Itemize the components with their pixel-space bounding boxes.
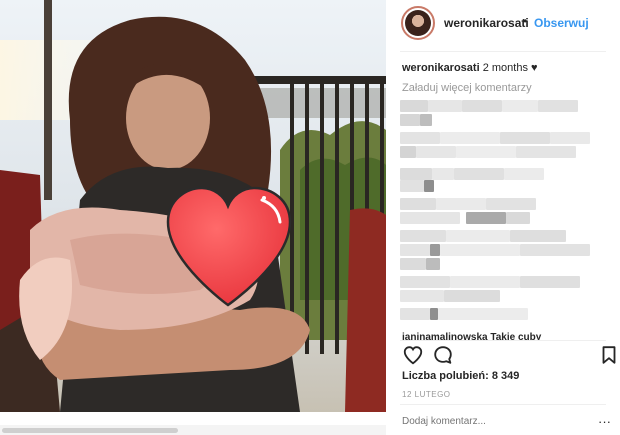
avatar[interactable] (401, 6, 435, 40)
divider (400, 340, 606, 341)
post-header: weronikarosati • Obserwuj (386, 0, 620, 46)
comments-list[interactable]: weronikarosati 2 months ♥ Załaduj więcej… (386, 58, 620, 340)
blurred-comment (400, 114, 600, 126)
username[interactable]: weronikarosati (444, 16, 529, 30)
blurred-comment (400, 290, 600, 302)
blurred-comment (400, 146, 600, 158)
divider (400, 51, 606, 52)
action-bar (386, 342, 620, 368)
comment-icon[interactable] (432, 344, 454, 366)
heart-emoji: ♥ (531, 62, 538, 74)
photo-illustration (0, 0, 386, 412)
avatar-image (405, 10, 431, 36)
likes-count[interactable]: Liczba polubień: 8 349 (402, 370, 519, 382)
blurred-comment (400, 168, 600, 180)
likes-value: 8 349 (491, 370, 520, 382)
bookmark-icon[interactable] (598, 344, 620, 366)
divider (400, 404, 606, 405)
blurred-comment (400, 276, 600, 288)
blurred-comment (400, 180, 600, 192)
blurred-comment (400, 244, 600, 256)
separator-dot: • (523, 14, 528, 28)
post-date: 12 LUTEGO (402, 390, 451, 399)
like-icon[interactable] (402, 344, 424, 366)
blurred-comment (400, 230, 600, 242)
caption-time: 2 months (482, 62, 528, 74)
blurred-comment (400, 132, 600, 144)
blurred-comment (400, 258, 600, 270)
scrollbar-thumb[interactable] (2, 428, 178, 433)
blurred-comment (400, 212, 600, 224)
caption-username[interactable]: weronikarosati (402, 62, 480, 74)
post-side-panel: weronikarosati • Obserwuj weronikarosati… (386, 0, 620, 435)
partial-comment: janinamalinowska Takie cuby (402, 332, 542, 340)
blurred-comment (400, 308, 600, 320)
instagram-post: weronikarosati • Obserwuj weronikarosati… (0, 0, 620, 435)
blurred-comment (400, 198, 600, 210)
horizontal-scrollbar[interactable] (0, 425, 386, 435)
add-comment-input[interactable] (402, 416, 582, 427)
caption: weronikarosati 2 months ♥ (402, 62, 538, 74)
more-options-icon[interactable]: ··· (598, 414, 611, 429)
post-photo[interactable] (0, 0, 386, 412)
blurred-comment (400, 100, 600, 112)
likes-label: Liczba polubień: (402, 370, 489, 382)
load-more-comments-link[interactable]: Załaduj więcej komentarzy (402, 82, 532, 94)
follow-button[interactable]: Obserwuj (534, 16, 589, 30)
